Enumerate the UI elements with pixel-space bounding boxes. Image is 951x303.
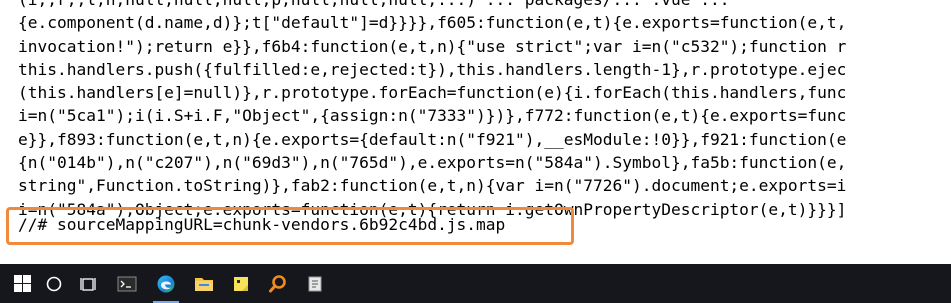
- magnifier-icon: [269, 274, 286, 292]
- code-line: e}},f893:function(e,t,n){e.exports={defa…: [18, 129, 847, 149]
- search-button[interactable]: [35, 264, 73, 303]
- sticky-note-icon: [234, 276, 248, 291]
- folder-icon: [195, 277, 213, 291]
- code-line: (i,,r,,l,n,null,null,null,p,null,null,nu…: [18, 0, 846, 11]
- source-mapping-url-line: //# sourceMappingURL=chunk-vendors.6b92c…: [18, 215, 506, 234]
- windows-taskbar: [0, 264, 951, 303]
- search-tool-app[interactable]: [259, 264, 297, 303]
- file-explorer-app[interactable]: [185, 264, 223, 303]
- code-line: {e.component(d.name,d)};t["default"]=d}}…: [18, 13, 847, 33]
- edge-icon: [157, 275, 175, 292]
- code-line: invocation!");return e}},f6b4:function(e…: [18, 36, 847, 56]
- code-line: this.handlers.push({fulfilled:e,rejected…: [18, 59, 847, 79]
- terminal-icon: [117, 276, 137, 291]
- notepad-app[interactable]: [296, 264, 334, 303]
- minified-code-block: (i,,r,,l,n,null,null,null,p,null,null,nu…: [18, 0, 846, 221]
- code-line: i=n("5ca1");i(i.S+i.F,"Object",{assign:n…: [18, 106, 847, 126]
- terminal-app[interactable]: [108, 264, 146, 303]
- code-line: string",Function.toString)},fab2:functio…: [18, 176, 847, 196]
- code-viewer: (i,,r,,l,n,null,null,null,p,null,null,nu…: [0, 0, 951, 264]
- task-view-icon: [80, 277, 96, 291]
- notepad-icon: [308, 276, 322, 291]
- sticky-notes-app[interactable]: [222, 264, 260, 303]
- windows-logo-icon: [13, 275, 31, 292]
- code-line: {n("014b"),n("c207"),n("69d3"),n("765d")…: [18, 153, 847, 173]
- search-circle-icon: [46, 276, 62, 291]
- code-line: (this.handlers[e]=null)},r.prototype.for…: [18, 83, 847, 103]
- task-view-button[interactable]: [70, 264, 108, 303]
- edge-browser-app[interactable]: [147, 264, 185, 303]
